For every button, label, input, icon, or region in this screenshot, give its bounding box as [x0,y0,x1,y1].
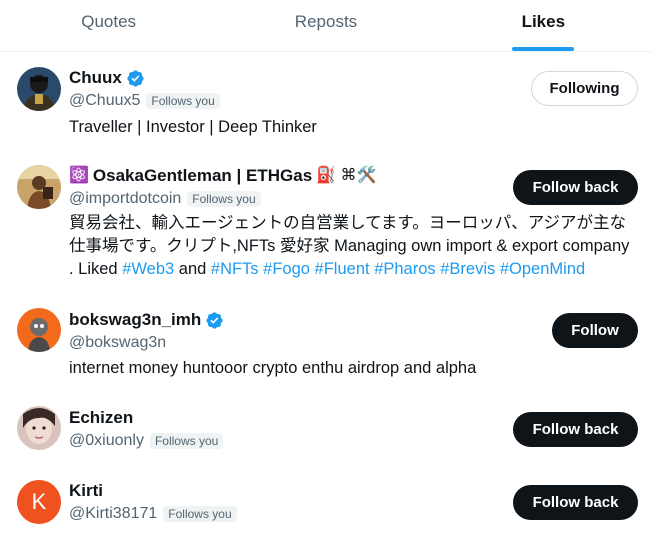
display-name[interactable]: bokswag3n_imh [69,309,201,331]
tab-likes-label: Likes [521,11,566,31]
hashtag-link[interactable]: #Pharos [374,260,435,278]
hashtag-link[interactable]: #Fogo [263,260,310,278]
avatar-figure-dark-icon [17,67,61,111]
display-name[interactable]: OsakaGentleman | ETHGas [93,165,312,187]
follow-back-button-label: Follow back [532,179,619,196]
fuel-command-tools-emoji-icon: ⛽ ⌘🛠️ [316,167,377,184]
user-cell-bokswag3n[interactable]: bokswag3n_imh @bokswag3n Follow internet… [0,290,652,385]
follow-button-label: Follow [571,322,619,339]
display-name[interactable]: Chuux [69,67,122,89]
follow-back-button-label: Follow back [532,494,619,511]
following-button[interactable]: Following [531,71,638,106]
avatar-photo-face-icon [17,406,61,450]
avatar[interactable] [17,308,61,352]
user-handle[interactable]: @bokswag3n [69,332,166,354]
hashtag-link[interactable]: #OpenMind [500,260,585,278]
follows-you-badge: Follows you [146,93,220,109]
follow-back-button[interactable]: Follow back [513,170,638,205]
user-bio: internet money huntooor crypto enthu air… [69,359,477,377]
user-cell-kirti[interactable]: K Kirti @Kirti38171 Follows you Follow b… [0,459,652,543]
following-button-label: Following [549,80,620,97]
follows-you-badge: Follows you [163,506,237,522]
hashtag-link[interactable]: #Fluent [315,260,370,278]
tab-reposts-label: Reposts [294,11,358,31]
avatar-orange-character-icon [17,308,61,352]
avatar-photo-tan-icon [17,165,61,209]
verified-badge-icon[interactable] [126,69,145,88]
user-bio: 貿易会社、輸入エージェントの自営業してます。ヨーロッパ、アジアが主な仕事場です。… [69,212,638,281]
tab-quotes[interactable]: Quotes [0,0,217,51]
verified-badge-icon[interactable] [205,311,224,330]
follow-back-button[interactable]: Follow back [513,485,638,520]
follow-button[interactable]: Follow [552,313,638,348]
avatar[interactable] [17,67,61,111]
user-handle[interactable]: @Chuux5 [69,90,140,112]
follow-back-button-label: Follow back [532,421,619,438]
display-name[interactable]: Kirti [69,480,103,502]
atom-emoji-icon: ⚛️ [69,167,89,184]
active-tab-indicator [512,47,575,51]
tab-reposts[interactable]: Reposts [217,0,434,51]
hashtag-link[interactable]: #NFTs [211,260,259,278]
display-name[interactable]: Echizen [69,407,133,429]
tab-quotes-label: Quotes [81,11,137,31]
user-cell-osakagentleman[interactable]: ⚛️ OsakaGentleman | ETHGas ⛽ ⌘🛠️ @import… [0,149,652,289]
avatar[interactable] [17,406,61,450]
hashtag-link[interactable]: #Brevis [440,260,495,278]
user-handle[interactable]: @0xiuonly [69,430,144,452]
hashtag-link[interactable]: #Web3 [122,260,174,278]
user-cell-chuux[interactable]: Chuux @Chuux5 Follows you Following Trav… [0,53,652,148]
profile-tabs: Quotes Reposts Likes [0,0,652,52]
avatar[interactable] [17,165,61,209]
avatar[interactable]: K [17,480,61,524]
user-handle[interactable]: @importdotcoin [69,188,181,210]
tab-likes[interactable]: Likes [435,0,652,51]
follows-you-badge: Follows you [187,191,261,207]
follow-back-button[interactable]: Follow back [513,412,638,447]
user-bio: Traveller | Investor | Deep Thinker [69,118,317,136]
follows-you-badge: Follows you [149,433,224,449]
avatar-letter: K [31,489,47,514]
bio-text: and [174,260,211,278]
user-handle[interactable]: @Kirti38171 [69,503,157,525]
user-cell-echizen[interactable]: Echizen @0xiuonly Follows you Follow bac… [0,386,652,458]
